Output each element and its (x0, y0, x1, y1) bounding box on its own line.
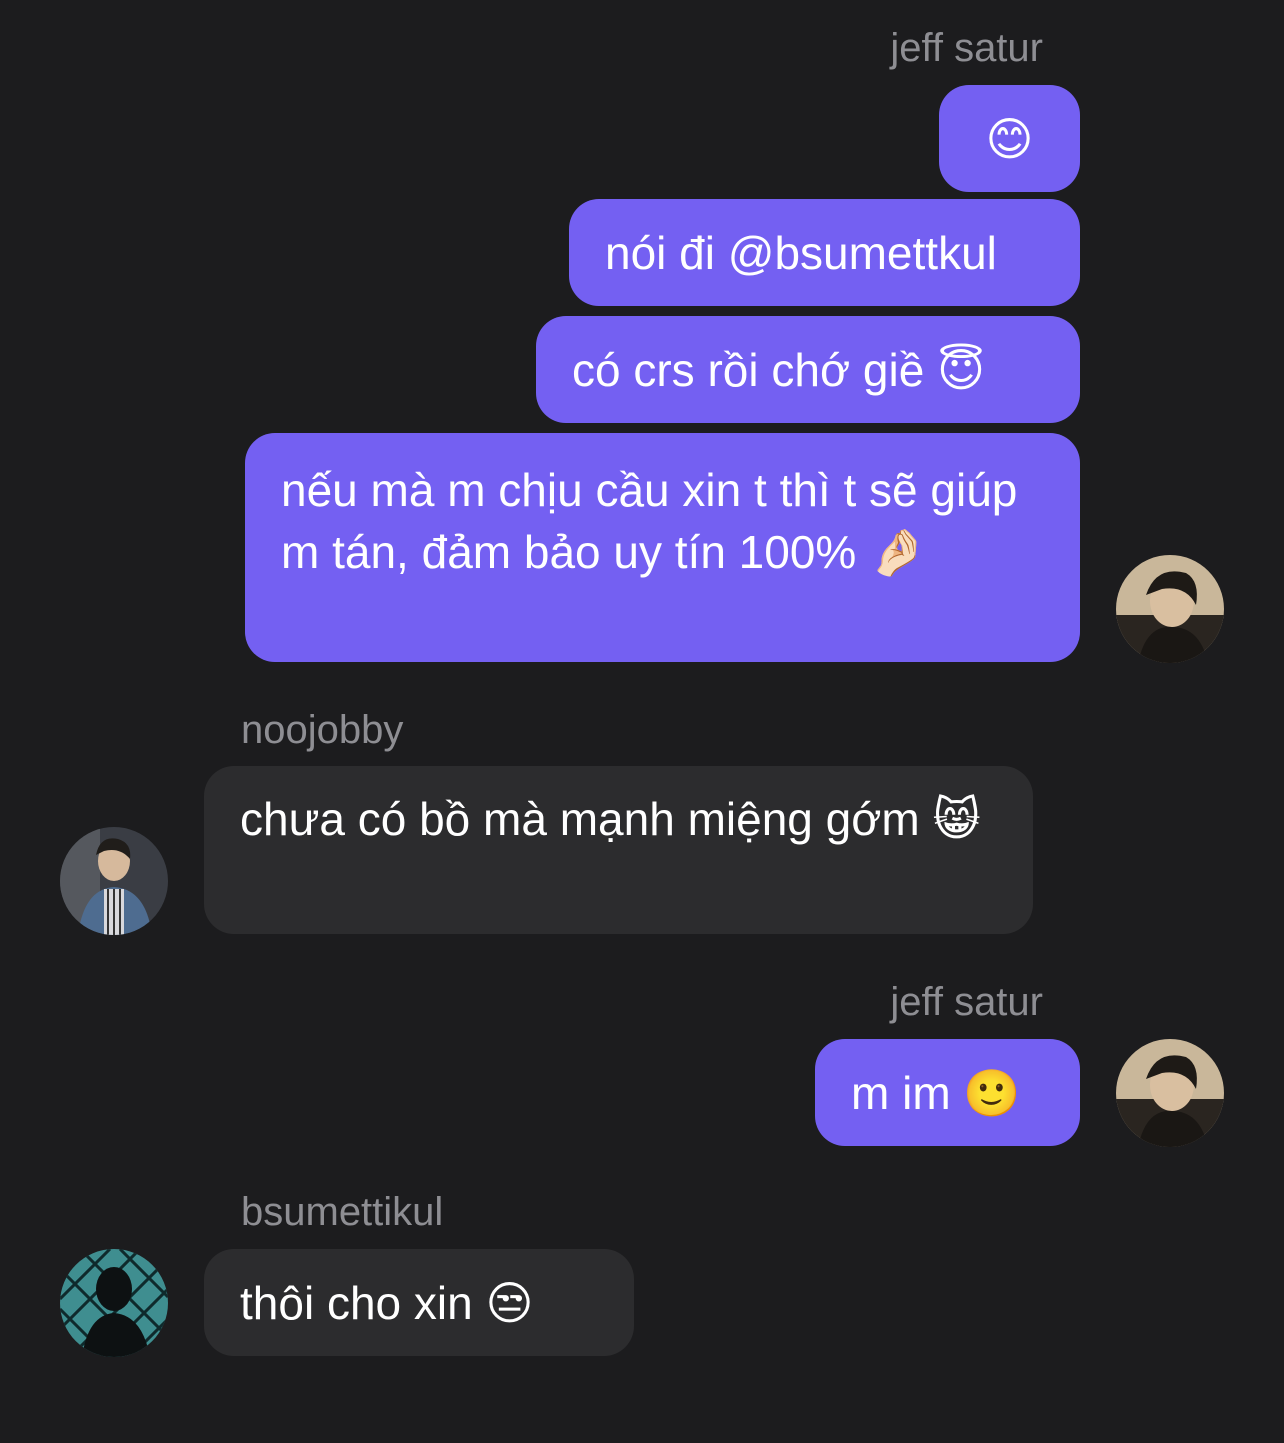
message-bubble-outgoing[interactable]: 😊 (939, 85, 1080, 192)
avatar-image (60, 827, 168, 935)
message-text: có crs rồi chớ giề 😇 (572, 343, 986, 396)
message-bubble-outgoing[interactable]: nói đi @bsumettkul (569, 199, 1080, 306)
avatar-noojobby[interactable] (60, 827, 168, 935)
avatar-jeff[interactable] (1116, 1039, 1224, 1147)
sender-name-jeff: jeff satur (890, 26, 1043, 70)
sender-name-jeff: jeff satur (890, 980, 1043, 1024)
sender-name-noojobby: noojobby (241, 708, 404, 752)
avatar-image (1116, 555, 1224, 663)
avatar-image (1116, 1039, 1224, 1147)
avatar-jeff[interactable] (1116, 555, 1224, 663)
message-text: m im 🙂 (851, 1066, 1021, 1119)
message-text: nói đi @bsumettkul (605, 226, 997, 279)
message-bubble-outgoing[interactable]: nếu mà m chịu cầu xin t thì t sẽ giúp m … (245, 433, 1080, 662)
avatar-image (60, 1249, 168, 1357)
message-text: nếu mà m chịu cầu xin t thì t sẽ giúp m … (281, 464, 1018, 578)
message-text: 😊 (985, 112, 1034, 165)
message-text: thôi cho xin 😒 (240, 1276, 534, 1329)
message-bubble-incoming[interactable]: thôi cho xin 😒 (204, 1249, 634, 1356)
message-text: chưa có bồ mà mạnh miệng gớm 😸 (240, 793, 981, 845)
sender-name-bsumettikul: bsumettikul (241, 1190, 444, 1234)
message-bubble-outgoing[interactable]: có crs rồi chớ giề 😇 (536, 316, 1080, 423)
message-bubble-outgoing[interactable]: m im 🙂 (815, 1039, 1080, 1146)
avatar-bsumettikul[interactable] (60, 1249, 168, 1357)
message-bubble-incoming[interactable]: chưa có bồ mà mạnh miệng gớm 😸 (204, 766, 1033, 934)
